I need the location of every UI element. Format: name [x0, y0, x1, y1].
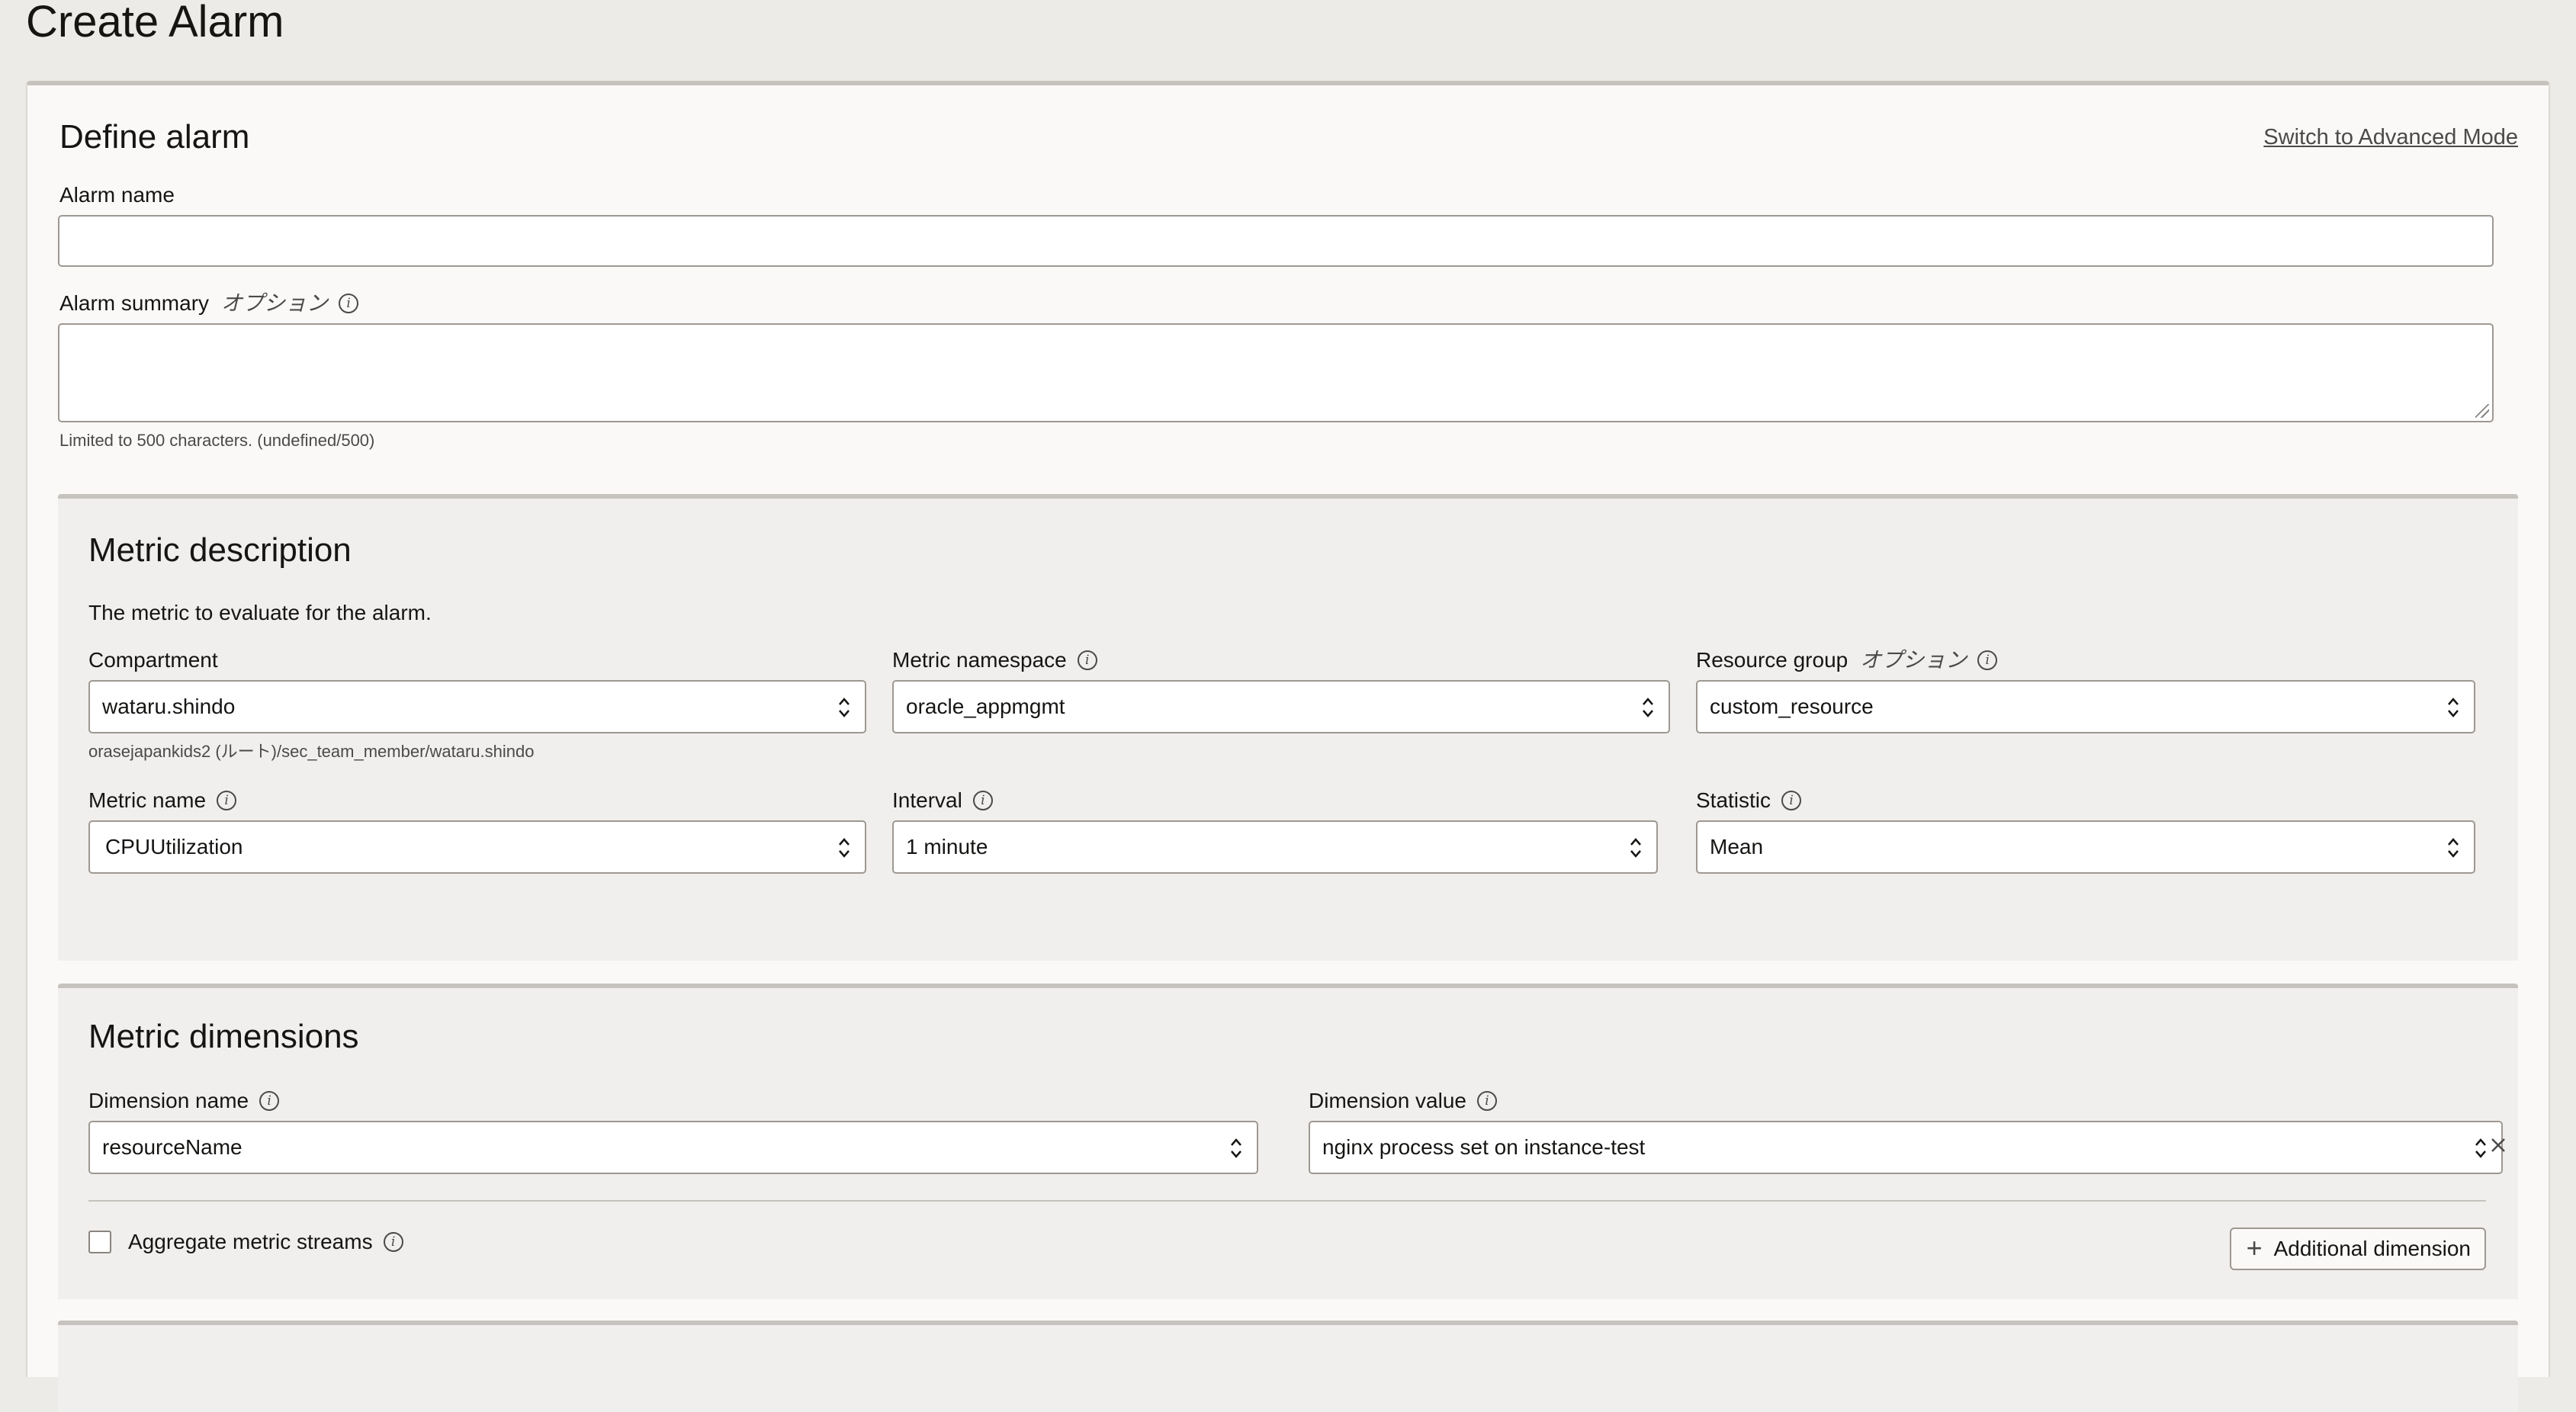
- aggregate-metric-streams-label-text: Aggregate metric streams: [128, 1230, 373, 1253]
- alarm-name-label: Alarm name: [59, 181, 175, 209]
- up-down-chevron-icon: [2475, 1138, 2486, 1158]
- alarm-summary-textarea[interactable]: [58, 323, 2494, 422]
- dimension-value-label-text: Dimension value: [1309, 1089, 1466, 1112]
- alarm-name-label-text: Alarm name: [59, 183, 175, 207]
- up-down-chevron-icon: [839, 838, 850, 858]
- resize-grip-icon[interactable]: [2475, 404, 2489, 418]
- plus-icon: +: [2246, 1232, 2263, 1263]
- metric-description-text: The metric to evaluate for the alarm.: [88, 601, 432, 624]
- define-alarm-card: Define alarm Switch to Advanced Mode Ala…: [26, 81, 2550, 1412]
- dimension-value-label: Dimension value i: [1309, 1087, 1497, 1115]
- define-alarm-title: Define alarm: [59, 118, 250, 156]
- resource-group-label-text: Resource group: [1696, 648, 1848, 672]
- up-down-chevron-icon: [839, 698, 850, 717]
- dimension-divider: [88, 1200, 2486, 1202]
- metric-name-value: CPUUtilization: [105, 835, 243, 858]
- metric-description-title: Metric description: [88, 531, 352, 569]
- next-section: [58, 1321, 2518, 1412]
- metric-name-label-text: Metric name: [88, 788, 207, 812]
- page-title: Create Alarm: [26, 0, 284, 47]
- metric-namespace-value: oracle_appmgmt: [906, 695, 1065, 718]
- metric-namespace-label-text: Metric namespace: [892, 648, 1067, 672]
- dimension-name-value: resourceName: [102, 1135, 243, 1159]
- compartment-select[interactable]: wataru.shindo: [88, 680, 866, 733]
- alarm-summary-optional: オプション: [221, 291, 329, 315]
- statistic-select[interactable]: Mean: [1696, 820, 2475, 874]
- interval-label-text: Interval: [892, 788, 962, 812]
- metric-namespace-label: Metric namespace i: [892, 647, 1097, 674]
- dimension-name-label: Dimension name i: [88, 1087, 280, 1115]
- alarm-summary-hint: Limited to 500 characters. (undefined/50…: [59, 431, 375, 450]
- interval-label: Interval i: [892, 787, 993, 814]
- dimension-name-label-text: Dimension name: [88, 1089, 249, 1112]
- up-down-chevron-icon: [2448, 698, 2459, 717]
- aggregate-metric-streams-label: Aggregate metric streams i: [128, 1228, 403, 1256]
- alarm-name-input[interactable]: [58, 215, 2494, 267]
- resource-group-select[interactable]: custom_resource: [1696, 680, 2475, 733]
- dimension-name-select[interactable]: resourceName: [88, 1121, 1258, 1174]
- metric-dimensions-section: Metric dimensions Dimension name i Dimen…: [58, 984, 2518, 1299]
- info-icon[interactable]: i: [1477, 1091, 1497, 1111]
- resource-group-value: custom_resource: [1710, 695, 1874, 718]
- metric-namespace-select[interactable]: oracle_appmgmt: [892, 680, 1670, 733]
- alarm-summary-label: Alarm summary オプション i: [59, 290, 359, 317]
- info-icon[interactable]: i: [383, 1232, 403, 1252]
- resource-group-label: Resource group オプション i: [1696, 647, 1998, 674]
- up-down-chevron-icon: [1643, 698, 1653, 717]
- interval-select[interactable]: 1 minute: [892, 820, 1658, 874]
- metric-name-select[interactable]: CPUUtilization: [88, 820, 866, 874]
- up-down-chevron-icon: [2448, 838, 2459, 858]
- info-icon[interactable]: i: [1977, 650, 1998, 670]
- dimension-value-value: nginx process set on instance-test: [1322, 1135, 1646, 1159]
- metric-dimensions-title: Metric dimensions: [88, 1018, 359, 1055]
- aggregate-metric-streams-checkbox[interactable]: [88, 1231, 111, 1253]
- compartment-path-hint: orasejapankids2 (ルート)/sec_team_member/wa…: [88, 742, 535, 761]
- alarm-summary-label-text: Alarm summary: [59, 291, 210, 315]
- info-icon[interactable]: i: [1077, 650, 1097, 670]
- metric-name-label: Metric name i: [88, 787, 237, 814]
- compartment-label: Compartment: [88, 647, 218, 674]
- close-icon[interactable]: [2488, 1134, 2509, 1156]
- info-icon[interactable]: i: [217, 791, 237, 810]
- switch-advanced-mode-link[interactable]: Switch to Advanced Mode: [2263, 122, 2518, 152]
- additional-dimension-label: Additional dimension: [2273, 1237, 2471, 1260]
- additional-dimension-button[interactable]: + Additional dimension: [2229, 1227, 2486, 1270]
- compartment-value: wataru.shindo: [102, 695, 236, 718]
- info-icon[interactable]: i: [259, 1091, 280, 1111]
- statistic-label: Statistic i: [1696, 787, 1802, 814]
- compartment-label-text: Compartment: [88, 648, 218, 672]
- dimension-value-select[interactable]: nginx process set on instance-test: [1309, 1121, 2503, 1174]
- statistic-value: Mean: [1710, 835, 1764, 858]
- resource-group-optional: オプション: [1860, 648, 1967, 672]
- info-icon[interactable]: i: [1781, 791, 1802, 810]
- info-icon[interactable]: i: [339, 294, 359, 313]
- info-icon[interactable]: i: [972, 791, 993, 810]
- metric-description-section: Metric description The metric to evaluat…: [58, 494, 2518, 961]
- interval-value: 1 minute: [906, 835, 988, 858]
- statistic-label-text: Statistic: [1696, 788, 1771, 812]
- up-down-chevron-icon: [1630, 838, 1641, 858]
- up-down-chevron-icon: [1231, 1138, 1241, 1158]
